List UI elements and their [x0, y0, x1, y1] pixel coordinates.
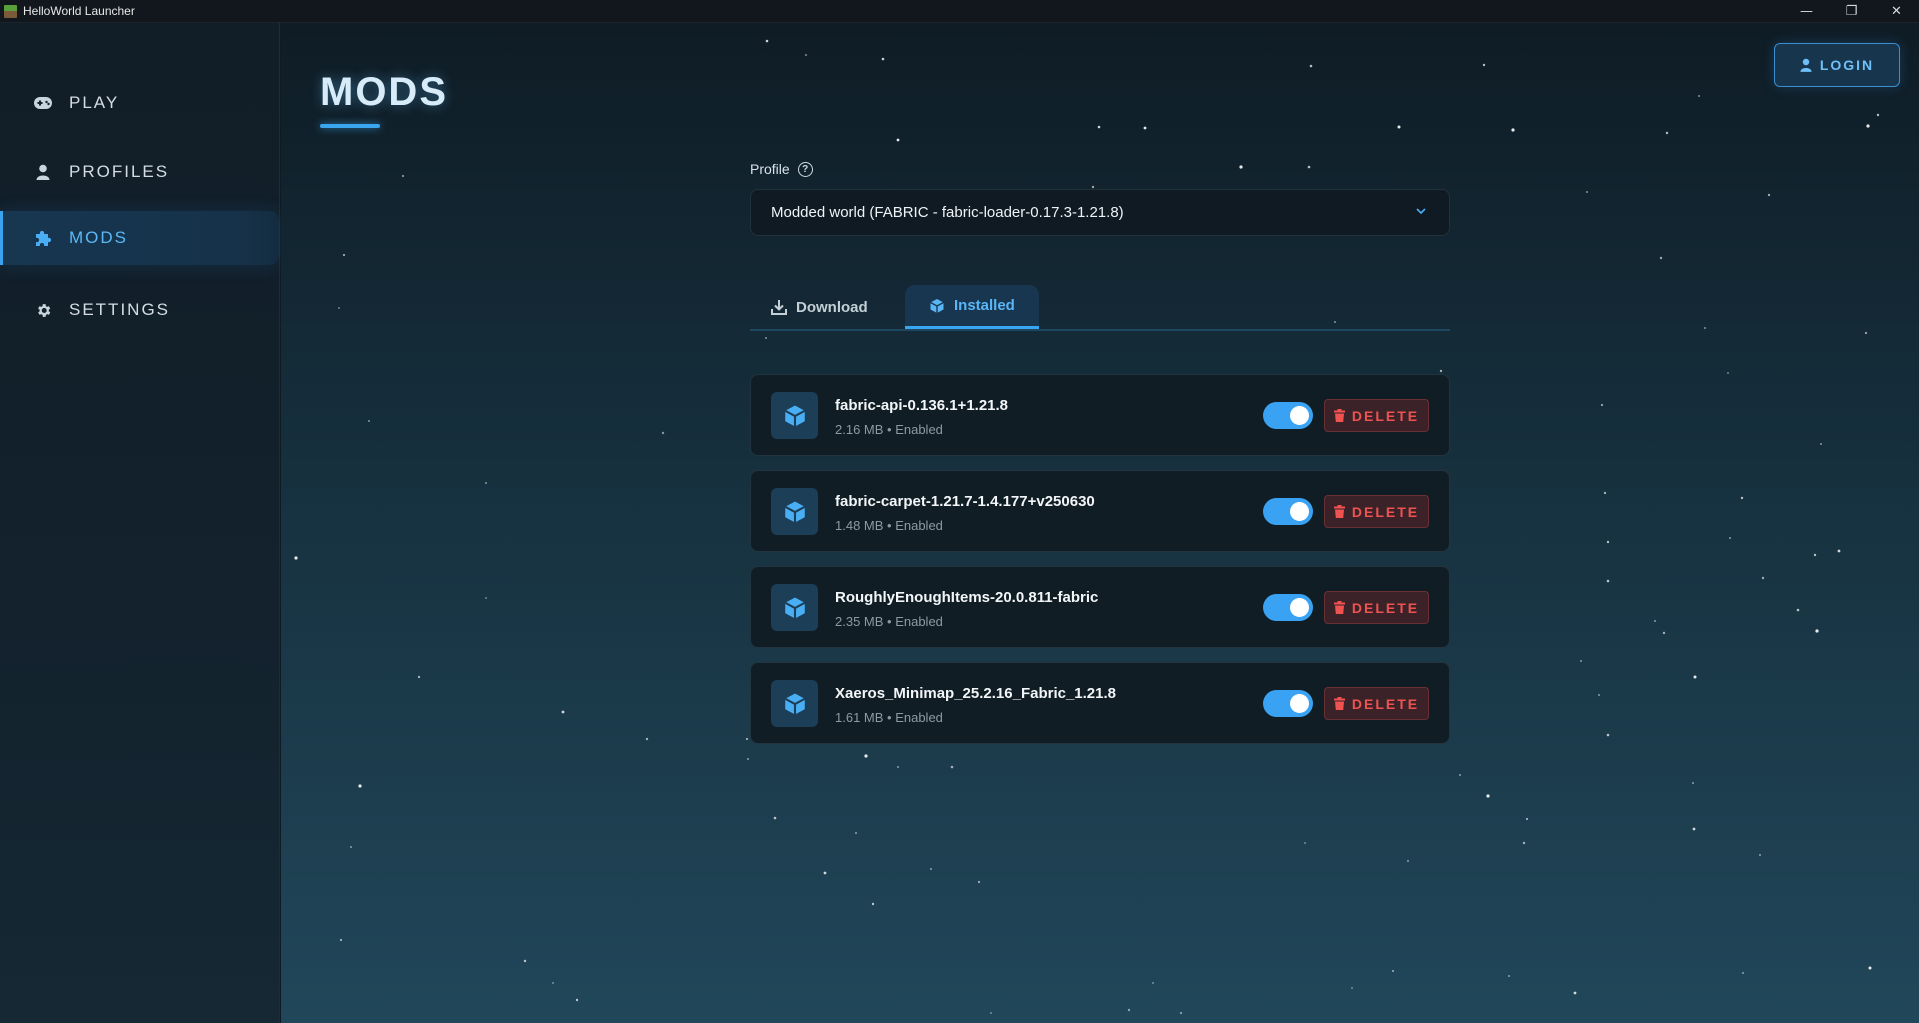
mod-card: RoughlyEnoughItems-20.0.811-fabric 2.35 … [750, 566, 1450, 648]
puzzle-icon [33, 228, 53, 248]
tab-download[interactable]: Download [747, 285, 892, 329]
title-bar: HelloWorld Launcher — ❐ ✕ [0, 0, 1919, 23]
delete-button[interactable]: DELETE [1324, 687, 1429, 720]
gamepad-icon [33, 93, 53, 113]
mod-card: fabric-carpet-1.21.7-1.4.177+v250630 1.4… [750, 470, 1450, 552]
mod-meta: 2.35 MB • Enabled [835, 614, 943, 629]
main-panel: MODS LOGIN Profile ? Modded world (FABRI… [281, 23, 1919, 1023]
restore-button[interactable]: ❐ [1829, 0, 1874, 23]
help-icon[interactable]: ? [797, 161, 813, 177]
mod-enabled-toggle[interactable] [1263, 594, 1313, 621]
trash-icon [1333, 697, 1345, 710]
trash-icon [1333, 505, 1345, 518]
profile-select-value: Modded world (FABRIC - fabric-loader-0.1… [771, 204, 1124, 221]
cube-icon [929, 298, 945, 314]
login-button[interactable]: LOGIN [1774, 43, 1900, 87]
user-icon [1800, 58, 1812, 72]
download-icon [771, 299, 787, 315]
tab-label: Download [796, 298, 868, 316]
mod-enabled-toggle[interactable] [1263, 402, 1313, 429]
tab-installed[interactable]: Installed [905, 285, 1039, 329]
user-icon [33, 162, 53, 182]
toggle-knob [1290, 406, 1309, 425]
cube-icon [771, 680, 818, 727]
trash-icon [1333, 409, 1345, 422]
cube-icon [771, 584, 818, 631]
toggle-knob [1290, 502, 1309, 521]
page-title: MODS [320, 70, 448, 114]
delete-label: DELETE [1351, 503, 1420, 520]
trash-icon [1333, 601, 1345, 614]
sidebar-item-label: MODS [69, 228, 128, 247]
sidebar-item-profiles[interactable]: PROFILES [0, 145, 280, 199]
mod-meta: 1.61 MB • Enabled [835, 710, 943, 725]
mod-enabled-toggle[interactable] [1263, 498, 1313, 525]
cube-icon [771, 488, 818, 535]
sidebar-item-settings[interactable]: SETTINGS [0, 283, 280, 337]
profile-label: Profile ? [750, 161, 813, 177]
profile-select[interactable]: Modded world (FABRIC - fabric-loader-0.1… [750, 189, 1450, 236]
mod-name: Xaeros_Minimap_25.2.16_Fabric_1.21.8 [835, 685, 1117, 702]
login-label: LOGIN [1819, 57, 1875, 73]
delete-label: DELETE [1351, 407, 1420, 424]
mod-name: RoughlyEnoughItems-20.0.811-fabric [835, 589, 1099, 606]
mod-card: fabric-api-0.136.1+1.21.8 2.16 MB • Enab… [750, 374, 1450, 456]
gear-icon [33, 300, 53, 320]
tab-label: Installed [954, 297, 1015, 314]
mod-meta: 1.48 MB • Enabled [835, 518, 943, 533]
profile-label-text: Profile [750, 161, 790, 177]
sidebar-item-label: SETTINGS [69, 300, 171, 319]
mod-name: fabric-api-0.136.1+1.21.8 [835, 397, 1009, 414]
mod-card: Xaeros_Minimap_25.2.16_Fabric_1.21.8 1.6… [750, 662, 1450, 744]
mod-meta: 2.16 MB • Enabled [835, 422, 943, 437]
close-button[interactable]: ✕ [1874, 0, 1919, 23]
chevron-down-icon [1416, 208, 1426, 215]
cube-icon [771, 392, 818, 439]
window-controls: — ❐ ✕ [1784, 0, 1919, 23]
toggle-knob [1290, 694, 1309, 713]
delete-label: DELETE [1351, 695, 1420, 712]
sidebar-item-play[interactable]: PLAY [0, 76, 280, 130]
mod-enabled-toggle[interactable] [1263, 690, 1313, 717]
mods-tabs: Download Installed [750, 285, 1450, 331]
sidebar-item-mods[interactable]: MODS [0, 211, 279, 265]
mod-name: fabric-carpet-1.21.7-1.4.177+v250630 [835, 493, 1095, 510]
sidebar-item-label: PROFILES [69, 162, 170, 181]
window-title: HelloWorld Launcher [23, 4, 135, 18]
delete-button[interactable]: DELETE [1324, 591, 1429, 624]
title-underline [320, 124, 380, 128]
delete-button[interactable]: DELETE [1324, 495, 1429, 528]
delete-button[interactable]: DELETE [1324, 399, 1429, 432]
minimize-button[interactable]: — [1784, 0, 1829, 23]
sidebar: PLAY PROFILES MODS SETTINGS [0, 23, 280, 1023]
sidebar-item-label: PLAY [69, 93, 120, 112]
app-logo-icon [4, 4, 17, 18]
delete-label: DELETE [1351, 599, 1420, 616]
toggle-knob [1290, 598, 1309, 617]
